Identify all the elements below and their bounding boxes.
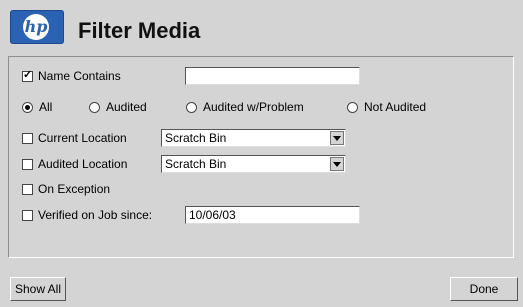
hp-logo-circle: hp	[23, 14, 49, 40]
current-location-label: Current Location	[38, 131, 127, 145]
radio-all-button[interactable]	[22, 101, 33, 113]
done-button[interactable]: Done	[450, 277, 518, 301]
radio-audited-problem[interactable]: Audited w/Problem	[186, 100, 304, 114]
on-exception-row: On Exception	[22, 182, 110, 196]
name-contains-input[interactable]	[185, 67, 360, 85]
chevron-down-icon[interactable]	[330, 131, 344, 145]
radio-audited-problem-label: Audited w/Problem	[203, 100, 304, 114]
audited-location-label: Audited Location	[38, 157, 128, 171]
audited-location-select[interactable]: Scratch Bin	[161, 155, 346, 173]
current-location-checkbox[interactable]	[22, 132, 33, 144]
chevron-down-icon[interactable]	[330, 157, 344, 171]
on-exception-label: On Exception	[38, 182, 111, 196]
current-location-row: Current Location	[22, 131, 127, 145]
name-contains-label: Name Contains	[38, 69, 121, 83]
radio-audited-label: Audited	[106, 100, 147, 114]
hp-logo: hp	[10, 10, 64, 44]
page-title: Filter Media	[78, 18, 201, 43]
current-location-value: Scratch Bin	[165, 131, 227, 145]
name-contains-checkbox[interactable]	[22, 68, 33, 82]
audited-location-value: Scratch Bin	[165, 157, 227, 171]
show-all-button[interactable]: Show All	[10, 277, 66, 301]
radio-audited[interactable]: Audited	[89, 100, 147, 114]
verified-date-input[interactable]: 10/06/03	[185, 206, 360, 224]
verified-row: Verified on Job since:	[22, 208, 152, 222]
radio-all[interactable]: All	[22, 100, 52, 114]
radio-audited-problem-button[interactable]	[186, 101, 197, 113]
header: hp Filter Media	[0, 0, 523, 54]
name-contains-row: Name Contains	[22, 68, 121, 83]
radio-not-audited-button[interactable]	[347, 101, 358, 113]
on-exception-checkbox[interactable]	[22, 183, 33, 195]
radio-all-label: All	[39, 100, 53, 114]
audited-location-checkbox[interactable]	[22, 158, 33, 170]
audited-location-row: Audited Location	[22, 157, 127, 171]
verified-checkbox[interactable]	[22, 209, 33, 221]
verified-label: Verified on Job since:	[38, 208, 153, 222]
radio-audited-button[interactable]	[89, 101, 100, 113]
radio-not-audited[interactable]: Not Audited	[347, 100, 426, 114]
hp-logo-text: hp	[24, 17, 48, 36]
current-location-select[interactable]: Scratch Bin	[161, 129, 346, 147]
radio-not-audited-label: Not Audited	[364, 100, 427, 114]
